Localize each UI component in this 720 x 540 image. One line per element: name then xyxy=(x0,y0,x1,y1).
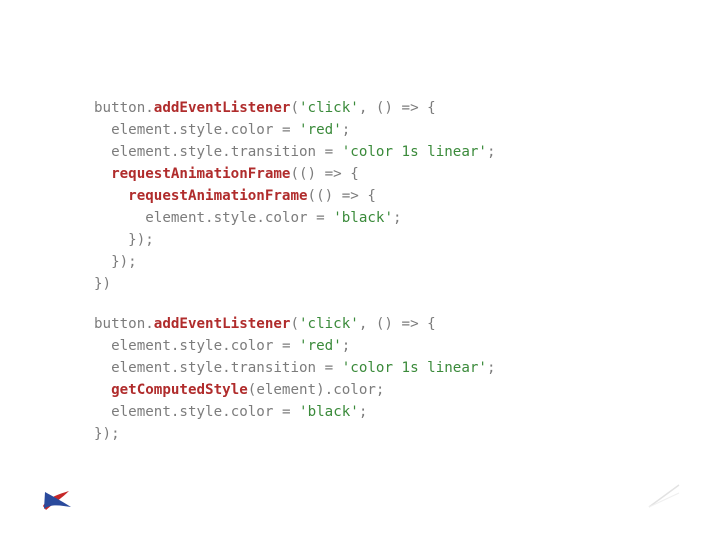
code-token: element xyxy=(94,338,171,354)
code-token: style xyxy=(214,210,257,226)
code-token: { xyxy=(342,166,359,182)
code-token: => xyxy=(402,100,419,116)
code-token: style xyxy=(179,360,222,376)
code-token: . xyxy=(205,210,214,226)
code-token: getComputedStyle xyxy=(111,382,248,398)
code-token: 'red' xyxy=(299,122,342,138)
code-token: 'click' xyxy=(299,100,359,116)
code-token: = xyxy=(316,360,342,376)
code-token: button xyxy=(94,316,145,332)
code-token: ; xyxy=(342,122,351,138)
code-token: 'color 1s linear' xyxy=(342,144,487,160)
code-token: => xyxy=(342,188,359,204)
code-token: addEventListener xyxy=(154,100,291,116)
code-token: = xyxy=(273,338,299,354)
code-token: 'black' xyxy=(299,404,359,420)
code-token: addEventListener xyxy=(154,316,291,332)
code-token: => xyxy=(325,166,342,182)
code-token: (() xyxy=(290,166,324,182)
code-token: style xyxy=(179,122,222,138)
code-token: . xyxy=(222,144,231,160)
code-token: = xyxy=(273,404,299,420)
code-token: . xyxy=(222,122,231,138)
code-token: transition xyxy=(231,360,316,376)
code-token: 'color 1s linear' xyxy=(342,360,487,376)
code-token: (() xyxy=(308,188,342,204)
code-token: requestAnimationFrame xyxy=(111,166,290,182)
code-token: }); xyxy=(94,232,154,248)
slide: button.addEventListener('click', () => {… xyxy=(0,0,720,540)
code-token: }); xyxy=(94,426,120,442)
code-token: color xyxy=(333,382,376,398)
code-token: element xyxy=(94,210,205,226)
code-token: 'black' xyxy=(333,210,393,226)
logo-blue-swoosh xyxy=(44,492,71,509)
code-token: ( xyxy=(290,316,299,332)
code-token: . xyxy=(325,382,334,398)
code-token: ; xyxy=(359,404,368,420)
code-token: => xyxy=(402,316,419,332)
code-block-2: button.addEventListener('click', () => {… xyxy=(94,313,654,445)
code-token: style xyxy=(179,144,222,160)
logo-icon xyxy=(42,486,72,512)
code-token: element xyxy=(94,360,171,376)
code-token: ) xyxy=(316,382,325,398)
code-token: ( xyxy=(290,100,299,116)
code-token: style xyxy=(179,338,222,354)
code-token: transition xyxy=(231,144,316,160)
code-token: . xyxy=(145,316,154,332)
code-token: = xyxy=(308,210,334,226)
code-token: color xyxy=(265,210,308,226)
code-token: ; xyxy=(393,210,402,226)
code-token: style xyxy=(179,404,222,420)
code-block-1: button.addEventListener('click', () => {… xyxy=(94,97,654,295)
code-token: = xyxy=(273,122,299,138)
code-token: }) xyxy=(94,276,111,292)
code-token: . xyxy=(222,338,231,354)
code-token: , () xyxy=(359,316,402,332)
code-token: color xyxy=(231,404,274,420)
code-token: { xyxy=(359,188,376,204)
code-token: . xyxy=(222,404,231,420)
code-token: color xyxy=(231,338,274,354)
code-token: ; xyxy=(487,144,496,160)
page-corner-icon xyxy=(648,484,680,508)
code-area: button.addEventListener('click', () => {… xyxy=(94,97,654,463)
code-token: 'click' xyxy=(299,316,359,332)
code-token: button xyxy=(94,100,145,116)
code-token: . xyxy=(256,210,265,226)
code-token: ; xyxy=(376,382,385,398)
code-token: element xyxy=(94,144,171,160)
code-token: color xyxy=(231,122,274,138)
code-token: = xyxy=(316,144,342,160)
code-token: element xyxy=(256,382,316,398)
code-token xyxy=(94,166,111,182)
code-token: element xyxy=(94,404,171,420)
code-token: element xyxy=(94,122,171,138)
code-token: { xyxy=(419,100,436,116)
code-token: 'red' xyxy=(299,338,342,354)
code-token xyxy=(94,188,128,204)
code-token: ; xyxy=(487,360,496,376)
code-token: . xyxy=(145,100,154,116)
code-token: , () xyxy=(359,100,402,116)
code-token: requestAnimationFrame xyxy=(128,188,307,204)
code-token: { xyxy=(419,316,436,332)
code-token: . xyxy=(222,360,231,376)
code-token: }); xyxy=(94,254,137,270)
code-token xyxy=(94,382,111,398)
code-token: ; xyxy=(342,338,351,354)
